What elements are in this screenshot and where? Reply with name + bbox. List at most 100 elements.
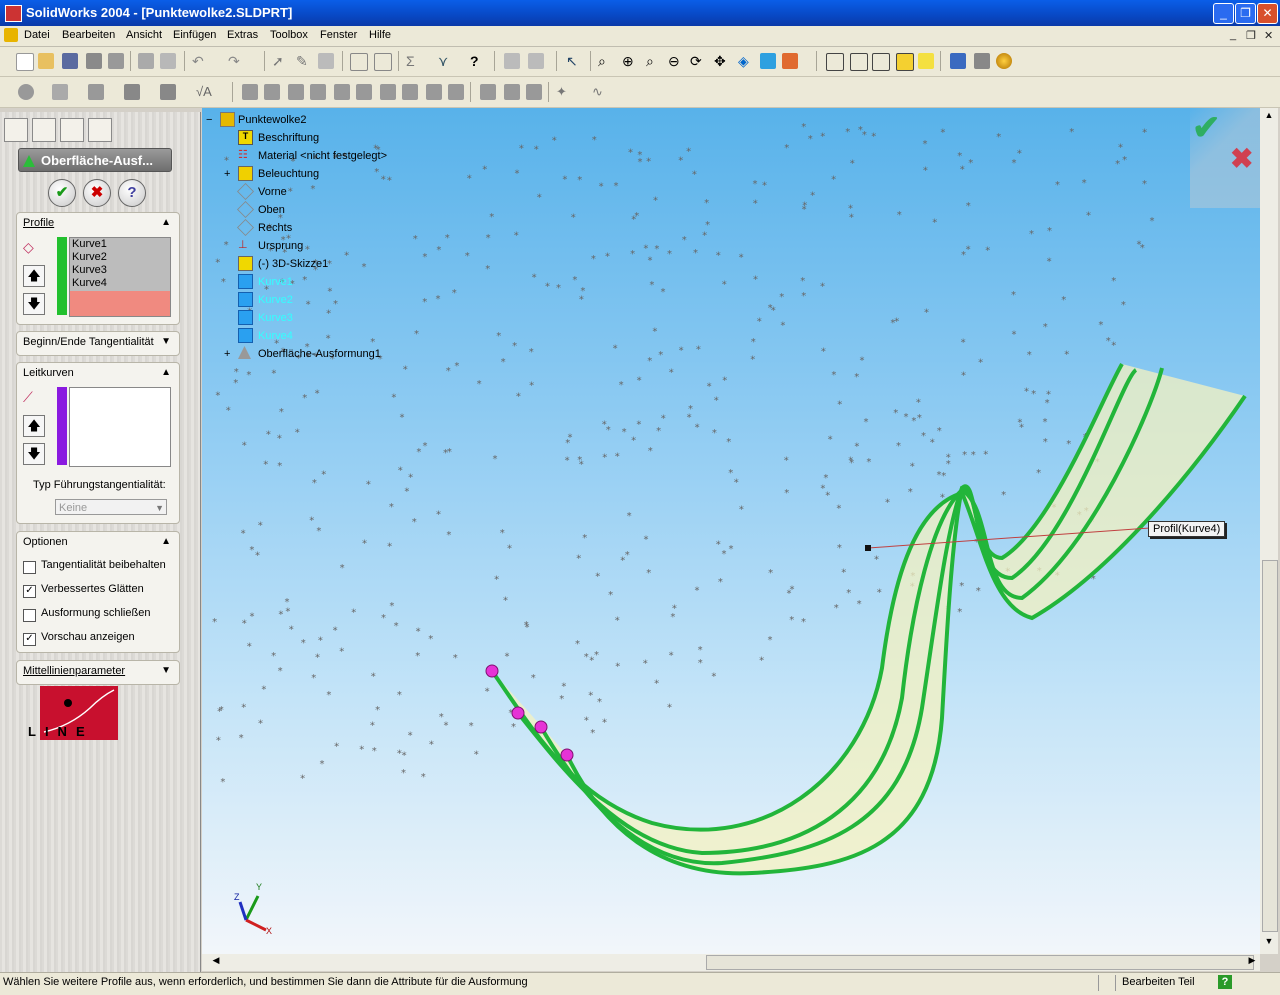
hole-icon[interactable] — [426, 84, 442, 100]
tree-collapse-root[interactable]: − — [206, 114, 212, 126]
tree-item-curve1[interactable]: Kurve1 — [258, 276, 293, 288]
cancel-button[interactable]: ✖ — [83, 179, 111, 207]
hidden-removed-icon[interactable] — [872, 53, 890, 71]
profile-callout[interactable]: Profil(Kurve4) — [1148, 521, 1226, 537]
horizontal-scrollbar[interactable]: ◀ ▶ — [202, 954, 1260, 971]
menu-bearbeiten[interactable]: Bearbeiten — [62, 29, 115, 41]
list-item[interactable]: Kurve2 — [72, 251, 170, 264]
tab-configuration-manager[interactable] — [60, 118, 84, 142]
collapse-icon[interactable]: ▲ — [161, 217, 171, 228]
tree-item-3d-sketch[interactable]: (-) 3D-Skizze1 — [258, 258, 328, 270]
help-button[interactable]: ? — [118, 179, 146, 207]
help-icon[interactable]: ? — [470, 53, 486, 69]
tree-root[interactable]: Punktewolke2 — [238, 114, 307, 126]
option-label[interactable]: Verbessertes Glätten — [41, 583, 144, 595]
close-button[interactable]: ✕ — [1257, 3, 1278, 24]
surface-icon[interactable] — [526, 84, 542, 100]
scroll-thumb[interactable] — [1262, 560, 1278, 932]
measure-icon[interactable] — [504, 53, 520, 69]
extrude-icon[interactable] — [242, 84, 258, 100]
guide-tangency-select[interactable]: Keine ▼ — [55, 499, 167, 515]
zoom-in-icon[interactable]: ⊕ — [622, 53, 638, 69]
helix-icon[interactable]: ∿ — [592, 84, 608, 100]
tree-item-curve2[interactable]: Kurve2 — [258, 294, 293, 306]
annotation-icon[interactable]: √A — [196, 84, 212, 100]
tree-item-front[interactable]: Vorne — [258, 186, 287, 198]
option-label[interactable]: Tangentialität beibehalten — [41, 559, 166, 571]
tree-expand-loft[interactable]: + — [224, 348, 230, 360]
checkbox-smoothing[interactable]: ✓ — [23, 585, 36, 598]
sweep-icon[interactable] — [288, 84, 304, 100]
chamfer-icon[interactable] — [356, 84, 372, 100]
confirm-cancel-icon[interactable]: ✖ — [1230, 142, 1253, 175]
smartmates-icon[interactable] — [88, 84, 104, 100]
mdi-minimize-button[interactable]: _ — [1230, 29, 1236, 41]
save-icon[interactable] — [62, 53, 78, 69]
preview-icon[interactable] — [160, 53, 176, 69]
list-item[interactable]: Kurve1 — [72, 238, 170, 251]
move-up-button[interactable]: 🡅 — [23, 265, 45, 287]
tangency-group[interactable]: Beginn/Ende Tangentialität ▼ — [16, 331, 180, 356]
expand-icon[interactable]: ▼ — [161, 665, 171, 676]
section-view-icon[interactable] — [950, 53, 966, 69]
graphics-area[interactable]: * * * * * * * * * * * * * * * * * * * * * * * * * * * * * * * * * * * * * * * *… — [202, 108, 1260, 954]
tree-item-curve4[interactable]: Kurve4 — [258, 330, 293, 342]
checkbox-close-loft[interactable] — [23, 609, 36, 622]
shadow-icon[interactable] — [974, 53, 990, 69]
list-item[interactable]: Kurve3 — [72, 264, 170, 277]
pan-icon[interactable]: ✥ — [714, 53, 730, 69]
move-down-button[interactable]: 🡇 — [23, 293, 45, 315]
expand-icon[interactable]: ▼ — [161, 336, 171, 347]
collapse-icon[interactable]: ▲ — [161, 536, 171, 547]
select-icon[interactable]: ➚ — [272, 53, 288, 69]
fillet-icon[interactable] — [334, 84, 350, 100]
mdi-restore-button[interactable]: ❐ — [1246, 29, 1256, 42]
wireframe-icon[interactable] — [826, 53, 844, 71]
centerline-group[interactable]: Mittellinienparameter ▼ — [16, 660, 180, 685]
move-down-button[interactable]: 🡇 — [23, 443, 45, 465]
grid-icon[interactable] — [350, 53, 368, 71]
print-icon[interactable] — [138, 53, 154, 69]
menu-datei[interactable]: Datei — [24, 29, 50, 41]
view-orient-icon[interactable] — [782, 53, 798, 69]
confirm-ok-icon[interactable]: ✔ — [1192, 108, 1221, 148]
tree-item-material[interactable]: Material <nicht festgelegt> — [258, 150, 387, 162]
tree-item-right[interactable]: Rechts — [258, 222, 292, 234]
loft-icon[interactable] — [310, 84, 326, 100]
tree-item-annotations[interactable]: Beschriftung — [258, 132, 319, 144]
reference-geometry-icon[interactable] — [124, 84, 140, 100]
table-icon[interactable] — [374, 53, 392, 71]
rotate-icon[interactable]: ⟳ — [690, 53, 706, 69]
menu-toolbox[interactable]: Toolbox — [270, 29, 308, 41]
menu-extras[interactable]: Extras — [227, 29, 258, 41]
curves-icon[interactable] — [160, 84, 176, 100]
filter-icon[interactable]: ⋎ — [438, 53, 454, 69]
new-icon[interactable] — [16, 53, 34, 71]
render-icon[interactable] — [996, 53, 1012, 69]
option-label[interactable]: Ausformung schließen — [41, 607, 150, 619]
tree-expand-lights[interactable]: + — [224, 168, 230, 180]
menu-hilfe[interactable]: Hilfe — [369, 29, 391, 41]
pointer-icon[interactable]: ↖ — [566, 53, 582, 69]
checkbox-preview[interactable]: ✓ — [23, 633, 36, 646]
standard-views-icon[interactable]: ◈ — [738, 53, 754, 69]
shell-icon[interactable] — [380, 84, 396, 100]
checkbox-tangency[interactable] — [23, 561, 36, 574]
scroll-down-icon[interactable]: ▼ — [1261, 936, 1277, 952]
centerline-header[interactable]: Mittellinienparameter — [23, 665, 125, 677]
collapse-icon[interactable]: ▲ — [161, 367, 171, 378]
hidden-gray-icon[interactable] — [850, 53, 868, 71]
sketch-tool-icon[interactable] — [18, 84, 34, 100]
tree-item-curve3[interactable]: Kurve3 — [258, 312, 293, 324]
scroll-up-icon[interactable]: ▲ — [1261, 110, 1277, 126]
profile-list[interactable]: Kurve1 Kurve2 Kurve3 Kurve4 — [69, 237, 171, 317]
move-up-button[interactable]: 🡅 — [23, 415, 45, 437]
tree-item-surface-loft[interactable]: Oberfläche-Ausformung1 — [258, 348, 381, 360]
tab-dimxpert[interactable] — [88, 118, 112, 142]
tree-item-top[interactable]: Oben — [258, 204, 285, 216]
draft-icon[interactable] — [402, 84, 418, 100]
mirror-icon[interactable] — [504, 84, 520, 100]
menu-ansicht[interactable]: Ansicht — [126, 29, 162, 41]
tree-item-origin[interactable]: Ursprung — [258, 240, 303, 252]
tree-item-lights[interactable]: Beleuchtung — [258, 168, 319, 180]
